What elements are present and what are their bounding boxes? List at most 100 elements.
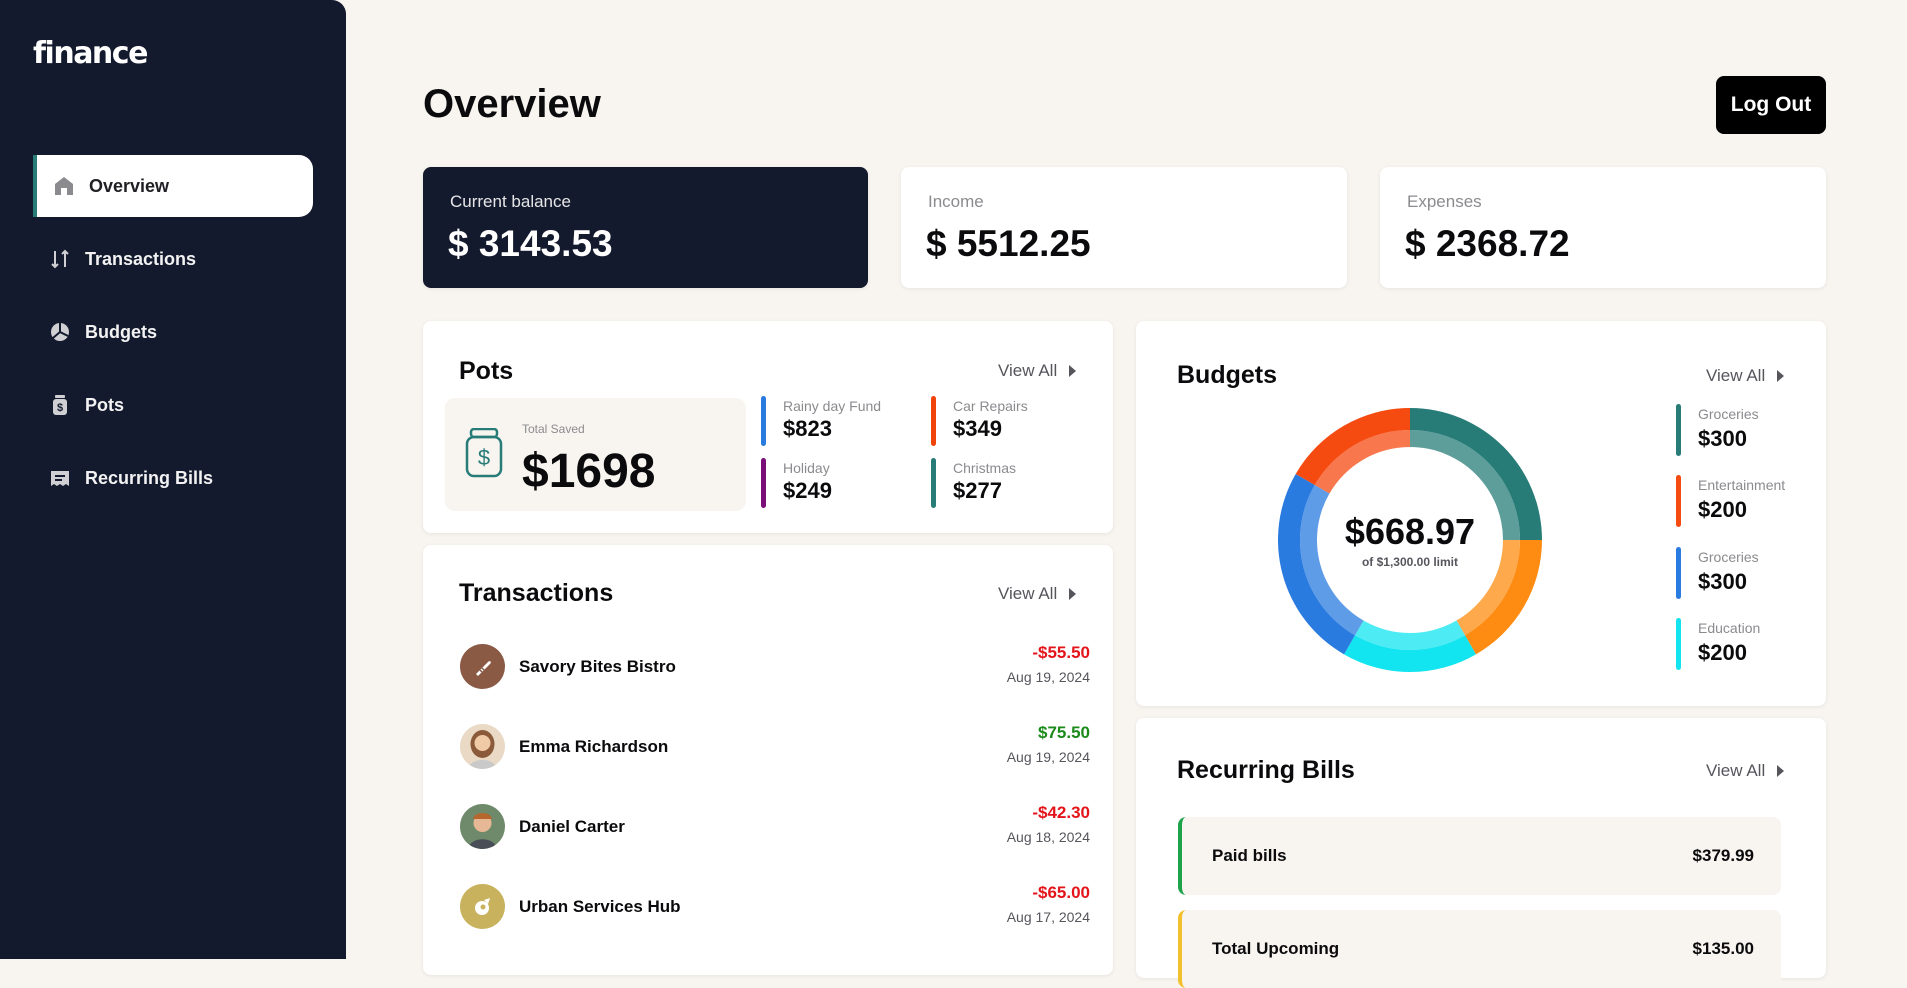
- expenses-label: Expenses: [1407, 192, 1482, 211]
- transactions-view-all-link[interactable]: View All: [998, 584, 1077, 604]
- donut-center: $668.97 of $1,300.00 limit: [1278, 408, 1542, 672]
- pot-name: Car Repairs: [953, 398, 1028, 414]
- svg-text:$: $: [57, 402, 63, 414]
- legend-value: $200: [1698, 497, 1747, 522]
- pot-value: $277: [953, 478, 1002, 503]
- view-all-label: View All: [1706, 366, 1766, 385]
- expenses-card: Expenses $ 2368.72: [1380, 167, 1826, 288]
- view-all-label: View All: [998, 361, 1058, 380]
- caret-right-icon: [1069, 588, 1077, 600]
- sidebar-item-transactions[interactable]: Transactions: [33, 228, 313, 290]
- legend-value: $300: [1698, 426, 1747, 451]
- arrows-up-down-icon: [49, 248, 71, 270]
- sidebar-nav: Overview Transactions Budgets $ Pots Rec…: [33, 155, 313, 520]
- transaction-row[interactable]: Daniel Carter -$42.30 Aug 18, 2024: [460, 795, 1090, 859]
- sidebar-item-pots[interactable]: $ Pots: [33, 374, 313, 436]
- budgets-view-all-link[interactable]: View All: [1706, 366, 1785, 386]
- expenses-value: $ 2368.72: [1405, 223, 1570, 264]
- pot-value: $249: [783, 478, 832, 503]
- sidebar-item-overview[interactable]: Overview: [33, 155, 313, 217]
- avatar: [460, 724, 505, 769]
- budget-legend-item: Groceries $300: [1676, 547, 1816, 599]
- view-all-label: View All: [998, 584, 1058, 603]
- app-logo[interactable]: finance: [33, 36, 148, 71]
- legend-color-bar: [1676, 404, 1681, 456]
- transaction-amount: -$42.30: [1032, 803, 1090, 822]
- caret-right-icon: [1069, 365, 1077, 377]
- sidebar: finance Overview Transactions Budgets $ …: [0, 0, 346, 959]
- bill-value: $379.99: [1692, 846, 1754, 865]
- transaction-name: Savory Bites Bistro: [519, 657, 676, 676]
- pie-chart-icon: [49, 321, 71, 343]
- transaction-name: Emma Richardson: [519, 737, 669, 756]
- legend-name: Groceries: [1698, 406, 1759, 422]
- bill-value: $135.00: [1692, 939, 1754, 958]
- transaction-row[interactable]: Savory Bites Bistro -$55.50 Aug 19, 2024: [460, 635, 1090, 699]
- transaction-amount: -$65.00: [1032, 883, 1090, 902]
- pot-item: Holiday $249: [761, 458, 911, 508]
- budget-legend-item: Groceries $300: [1676, 404, 1816, 456]
- budget-legend-item: Education $200: [1676, 618, 1816, 670]
- legend-name: Education: [1698, 620, 1761, 636]
- pot-item: Car Repairs $349: [931, 396, 1081, 446]
- home-icon: [53, 175, 75, 197]
- transaction-amount: $75.50: [1038, 723, 1090, 742]
- income-label: Income: [928, 192, 984, 211]
- restaurant-avatar-icon: [460, 644, 505, 689]
- bill-name: Total Upcoming: [1212, 939, 1340, 958]
- pot-name: Holiday: [783, 460, 830, 476]
- balance-value: $ 3143.53: [448, 223, 613, 264]
- pots-card: Pots View All $ Total Saved $1698 Rainy …: [423, 321, 1113, 533]
- transaction-date: Aug 19, 2024: [1006, 669, 1090, 685]
- sidebar-item-label: Transactions: [85, 248, 197, 269]
- pot-color-bar: [761, 396, 766, 446]
- receipt-icon: [49, 467, 71, 489]
- transaction-name: Urban Services Hub: [519, 897, 681, 916]
- recurring-bills-view-all-link[interactable]: View All: [1706, 761, 1785, 781]
- transaction-row[interactable]: Emma Richardson $75.50 Aug 19, 2024: [460, 715, 1090, 779]
- sidebar-item-label: Recurring Bills: [85, 467, 214, 488]
- transaction-row[interactable]: Urban Services Hub -$65.00 Aug 17, 2024: [460, 875, 1090, 939]
- pot-color-bar: [761, 458, 766, 508]
- balance-label: Current balance: [450, 192, 571, 211]
- bill-name: Paid bills: [1212, 846, 1287, 865]
- sidebar-item-budgets[interactable]: Budgets: [33, 301, 313, 363]
- recurring-bills-title: Recurring Bills: [1177, 756, 1355, 784]
- transaction-date: Aug 17, 2024: [1006, 909, 1090, 925]
- legend-value: $300: [1698, 569, 1747, 594]
- sidebar-item-recurring-bills[interactable]: Recurring Bills: [33, 447, 313, 509]
- bill-summary-row: Paid bills $379.99: [1178, 817, 1781, 895]
- transaction-amount: -$55.50: [1032, 643, 1090, 662]
- jar-icon: $: [465, 428, 503, 478]
- legend-name: Groceries: [1698, 549, 1759, 565]
- jar-icon: $: [49, 394, 71, 416]
- budgets-card: Budgets View All $668.97 of $1,300.00 li…: [1136, 321, 1826, 706]
- income-value: $ 5512.25: [926, 223, 1091, 264]
- sidebar-item-label: Pots: [85, 394, 125, 415]
- pot-name: Christmas: [953, 460, 1017, 476]
- legend-name: Entertainment: [1698, 477, 1786, 493]
- transactions-card: Transactions View All Savory Bites Bistr…: [423, 545, 1113, 975]
- pot-color-bar: [931, 396, 936, 446]
- transaction-name: Daniel Carter: [519, 817, 625, 836]
- pot-item: Rainy day Fund $823: [761, 396, 911, 446]
- avatar: [460, 804, 505, 849]
- page-title: Overview: [423, 82, 601, 126]
- legend-color-bar: [1676, 475, 1681, 527]
- caret-right-icon: [1777, 370, 1785, 382]
- pots-view-all-link[interactable]: View All: [998, 361, 1077, 381]
- budget-donut-chart: $668.97 of $1,300.00 limit: [1278, 408, 1542, 672]
- services-avatar-icon: [460, 884, 505, 929]
- sidebar-item-label: Budgets: [85, 321, 157, 342]
- budgets-title: Budgets: [1177, 361, 1277, 389]
- legend-color-bar: [1676, 618, 1681, 670]
- pot-color-bar: [931, 458, 936, 508]
- pot-value: $349: [953, 416, 1002, 441]
- pot-name: Rainy day Fund: [783, 398, 882, 414]
- logout-button[interactable]: Log Out: [1716, 76, 1826, 134]
- caret-right-icon: [1777, 765, 1785, 777]
- sidebar-item-label: Overview: [89, 175, 170, 196]
- total-saved-value: $1698: [522, 445, 656, 498]
- recurring-bills-card: Recurring Bills View All Paid bills $379…: [1136, 718, 1826, 988]
- transaction-date: Aug 18, 2024: [1006, 829, 1090, 845]
